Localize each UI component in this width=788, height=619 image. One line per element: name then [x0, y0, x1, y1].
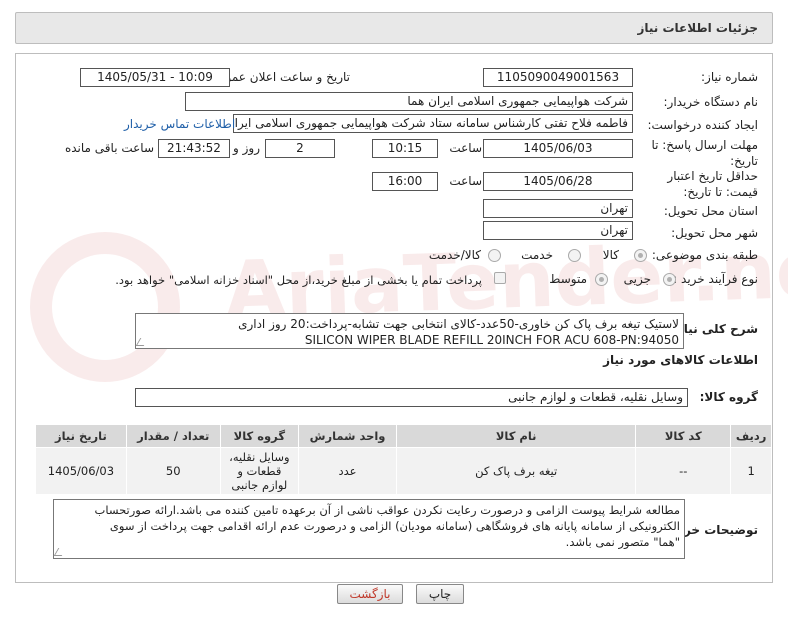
col-group-header: گروه کالا: [219, 424, 300, 448]
category-radio-goods[interactable]: [634, 249, 647, 262]
buyer-notes-line-2: الکترونیکی از سامانه پایانه های فروشگاهی…: [109, 519, 680, 533]
send-time-label: ساعت: [449, 141, 482, 155]
process-radio-minor[interactable]: [663, 273, 676, 286]
description-line-1: لاستیک تیغه برف پاک کن خاوری-50عدد-کالای…: [238, 317, 679, 331]
print-button[interactable]: چاپ: [416, 584, 464, 604]
category-option-goods: کالا: [602, 248, 619, 262]
treasury-payment-checkbox[interactable]: [494, 272, 506, 284]
col-name-header: نام کالا: [396, 424, 637, 448]
province-field: تهران: [483, 199, 633, 218]
cell-name: تیغه برف پاک کن: [396, 447, 637, 495]
category-option-service: خدمت: [521, 248, 553, 262]
buyer-notes-textarea[interactable]: مطالعه شرایط پیوست الزامی و درصورت رعایت…: [53, 499, 685, 559]
days-remaining-field: 2: [265, 139, 335, 158]
remaining-time-label: ساعت باقی مانده: [64, 141, 154, 155]
description-line-2: SILICON WIPER BLADE REFILL 20INCH FOR AC…: [304, 333, 679, 347]
buyer-notes-line-1: مطالعه شرایط پیوست الزامی و درصورت رعایت…: [94, 503, 680, 517]
buyer-notes-line-3: "هما" متصور نمی باشد.: [565, 535, 680, 549]
need-number-field: 1105090049001563: [483, 68, 633, 87]
back-button[interactable]: بازگشت: [337, 584, 403, 604]
category-radio-service[interactable]: [568, 249, 581, 262]
col-date-header: تاریخ نیاز: [35, 424, 127, 448]
price-validity-label: حداقل تاریخ اعتبار قیمت: تا تاریخ:: [667, 169, 758, 199]
items-table: ردیف کد کالا نام کالا واحد شمارش گروه کا…: [35, 424, 772, 495]
buyer-org-field: شرکت هواپیمایی جمهوری اسلامی ایران هما: [185, 92, 633, 111]
col-row-header: ردیف: [730, 424, 772, 448]
col-code-header: کد کالا: [635, 424, 732, 448]
announce-field: 1405/05/31 - 10:09: [80, 68, 230, 87]
creator-label: ایجاد کننده درخواست:: [647, 118, 758, 132]
price-time-field: 16:00: [372, 172, 438, 191]
treasury-payment-note: پرداخت تمام یا بخشی از مبلغ خرید،از محل …: [115, 273, 482, 287]
price-time-label: ساعت: [449, 174, 482, 188]
cell-group: وسایل نقلیه، قطعات و لوازم جانبی: [219, 447, 300, 495]
category-label: طبقه بندی موضوعی:: [651, 248, 758, 262]
remaining-time-field: 21:43:52: [158, 139, 230, 158]
description-label: شرح کلی نیاز:: [672, 322, 758, 336]
description-textarea[interactable]: لاستیک تیغه برف پاک کن خاوری-50عدد-کالای…: [135, 313, 684, 349]
province-label: استان محل تحویل:: [663, 204, 758, 218]
process-label: نوع فرآیند خرید :: [673, 272, 758, 286]
city-label: شهر محل تحویل:: [671, 226, 758, 240]
items-table-header: ردیف کد کالا نام کالا واحد شمارش گروه کا…: [35, 424, 772, 448]
goods-group-field: وسایل نقلیه، قطعات و لوازم جانبی: [135, 388, 688, 407]
send-date-field: 1405/06/03: [483, 139, 633, 158]
process-option-medium: متوسط: [549, 272, 587, 286]
process-radio-medium[interactable]: [595, 273, 608, 286]
cell-code: --: [635, 447, 732, 495]
creator-field: فاطمه فلاح تفتی کارشناس سامانه ستاد شرکت…: [233, 114, 633, 133]
goods-group-label: گروه کالا:: [699, 390, 758, 404]
send-deadline-label: مهلت ارسال پاسخ: تا تاریخ:: [651, 138, 758, 168]
cell-qty: 50: [125, 447, 221, 495]
watermark-logo-icon: [30, 232, 180, 382]
category-radio-goods-service[interactable]: [488, 249, 501, 262]
col-qty-header: تعداد / مقدار: [125, 424, 221, 448]
page-header: جزئیات اطلاعات نیاز: [15, 12, 773, 44]
price-date-field: 1405/06/28: [483, 172, 633, 191]
cell-row: 1: [730, 447, 772, 495]
city-field: تهران: [483, 221, 633, 240]
category-option-goods-service: کالا/خدمت: [428, 248, 481, 262]
cell-date: 1405/06/03: [35, 447, 127, 495]
need-number-label: شماره نیاز:: [701, 70, 758, 84]
page-title: جزئیات اطلاعات نیاز: [637, 21, 758, 35]
table-row: 1 -- تیغه برف پاک کن عدد وسایل نقلیه، قط…: [35, 447, 772, 495]
buyer-org-label: نام دستگاه خریدار:: [663, 95, 759, 109]
goods-info-title: اطلاعات کالاهای مورد نیاز: [603, 353, 758, 367]
col-unit-header: واحد شمارش: [298, 424, 398, 448]
days-label: روز و: [233, 141, 260, 155]
cell-unit: عدد: [298, 447, 398, 495]
send-time-field: 10:15: [372, 139, 438, 158]
contact-buyer-link[interactable]: اطلاعات تماس خریدار: [124, 117, 235, 131]
process-option-minor: جزیی: [623, 272, 651, 286]
